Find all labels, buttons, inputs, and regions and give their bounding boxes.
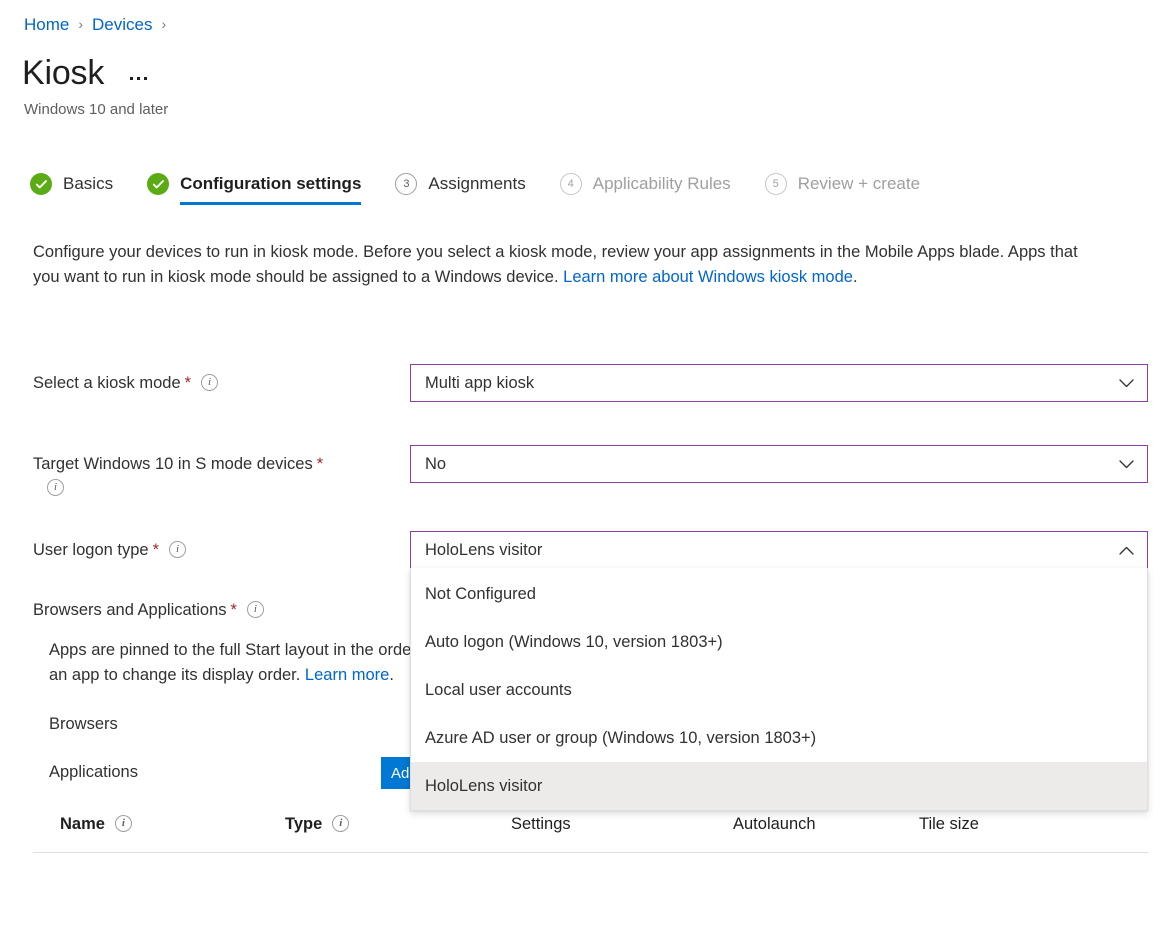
wizard-step-basics[interactable]: Basics (30, 173, 113, 205)
required-asterisk: * (231, 601, 237, 619)
page-title: Kiosk (22, 52, 104, 94)
check-circle-icon (30, 173, 52, 195)
active-step-indicator (180, 202, 361, 205)
info-icon[interactable]: i (115, 815, 132, 832)
option-azure-ad-user-or-group[interactable]: Azure AD user or group (Windows 10, vers… (411, 714, 1147, 762)
s-mode-value: No (411, 455, 1105, 474)
wizard-steps: Basics Configuration settings 3 Assignme… (30, 173, 954, 205)
check-circle-icon (147, 173, 169, 195)
row-label-applications: Applications (49, 761, 138, 783)
option-auto-logon[interactable]: Auto logon (Windows 10, version 1803+) (411, 618, 1147, 666)
breadcrumb-item-home[interactable]: Home (24, 14, 69, 36)
wizard-step-label: Configuration settings (180, 173, 361, 195)
required-asterisk: * (317, 455, 323, 473)
blade-description: Configure your devices to run in kiosk m… (33, 240, 1098, 290)
option-hololens-visitor[interactable]: HoloLens visitor (411, 762, 1147, 810)
kiosk-mode-dropdown[interactable]: Multi app kiosk (410, 364, 1148, 402)
column-header-settings[interactable]: Settings (511, 812, 571, 836)
breadcrumb-separator-icon: › (162, 13, 167, 35)
learn-more-kiosk-link[interactable]: Learn more about Windows kiosk mode (563, 268, 853, 286)
row-label-browsers: Browsers (49, 713, 118, 735)
wizard-step-label: Applicability Rules (593, 173, 731, 195)
helper-text-end: . (389, 666, 394, 684)
wizard-step-assignments[interactable]: 3 Assignments (395, 173, 525, 205)
breadcrumb: Home › Devices › (24, 14, 175, 36)
column-header-tile-size[interactable]: Tile size (919, 812, 979, 836)
chevron-down-icon (1105, 379, 1147, 388)
label-text: Select a kiosk mode (33, 374, 181, 392)
wizard-step-review-create[interactable]: 5 Review + create (765, 173, 920, 205)
wizard-step-label: Review + create (798, 173, 920, 195)
label-text: User logon type (33, 541, 149, 559)
page-subtitle: Windows 10 and later (24, 100, 168, 120)
breadcrumb-item-devices[interactable]: Devices (92, 14, 152, 36)
info-icon[interactable]: i (47, 479, 64, 496)
wizard-step-label: Basics (63, 173, 113, 195)
s-mode-dropdown[interactable]: No (410, 445, 1148, 483)
option-not-configured[interactable]: Not Configured (411, 570, 1147, 618)
user-logon-type-option-list: Not Configured Auto logon (Windows 10, v… (410, 568, 1148, 811)
column-header-autolaunch[interactable]: Autolaunch (733, 812, 816, 836)
learn-more-apps-link[interactable]: Learn more (305, 666, 389, 684)
info-icon[interactable]: i (247, 601, 264, 618)
label-s-mode: Target Windows 10 in S mode devices* i (33, 452, 393, 500)
column-label: Type (285, 812, 322, 836)
chevron-up-icon (1105, 546, 1147, 555)
step-number-badge: 5 (765, 173, 787, 195)
breadcrumb-separator-icon: › (78, 13, 83, 35)
user-logon-type-value: HoloLens visitor (411, 541, 1105, 560)
required-asterisk: * (185, 374, 191, 392)
required-asterisk: * (153, 541, 159, 559)
option-local-user-accounts[interactable]: Local user accounts (411, 666, 1147, 714)
column-header-type[interactable]: Type i (285, 812, 349, 836)
label-user-logon-type: User logon type* i (33, 538, 186, 562)
page-header: Kiosk (22, 52, 151, 94)
info-icon[interactable]: i (169, 541, 186, 558)
step-number-badge: 3 (395, 173, 417, 195)
chevron-down-icon (1105, 460, 1147, 469)
wizard-step-configuration-settings[interactable]: Configuration settings (147, 173, 361, 205)
more-actions-icon[interactable] (126, 73, 151, 84)
column-label: Settings (511, 812, 571, 836)
column-label: Tile size (919, 812, 979, 836)
description-text: Configure your devices to run in kiosk m… (33, 243, 1078, 286)
wizard-step-applicability-rules[interactable]: 4 Applicability Rules (560, 173, 731, 205)
wizard-step-label: Assignments (428, 173, 525, 195)
column-label: Autolaunch (733, 812, 816, 836)
label-browsers-applications: Browsers and Applications* i (33, 598, 264, 622)
user-logon-type-dropdown[interactable]: HoloLens visitor (410, 531, 1148, 569)
table-header-divider (33, 852, 1148, 853)
info-icon[interactable]: i (201, 374, 218, 391)
column-header-name[interactable]: Name i (60, 812, 132, 836)
label-kiosk-mode: Select a kiosk mode* i (33, 371, 218, 395)
apps-table-header: Name i Type i Settings Autolaunch Tile s… (33, 812, 1148, 852)
label-text: Browsers and Applications (33, 601, 227, 619)
description-text-end: . (853, 268, 858, 286)
info-icon[interactable]: i (332, 815, 349, 832)
kiosk-mode-value: Multi app kiosk (411, 374, 1105, 393)
step-number-badge: 4 (560, 173, 582, 195)
label-text: Target Windows 10 in S mode devices (33, 455, 313, 473)
column-label: Name (60, 812, 105, 836)
